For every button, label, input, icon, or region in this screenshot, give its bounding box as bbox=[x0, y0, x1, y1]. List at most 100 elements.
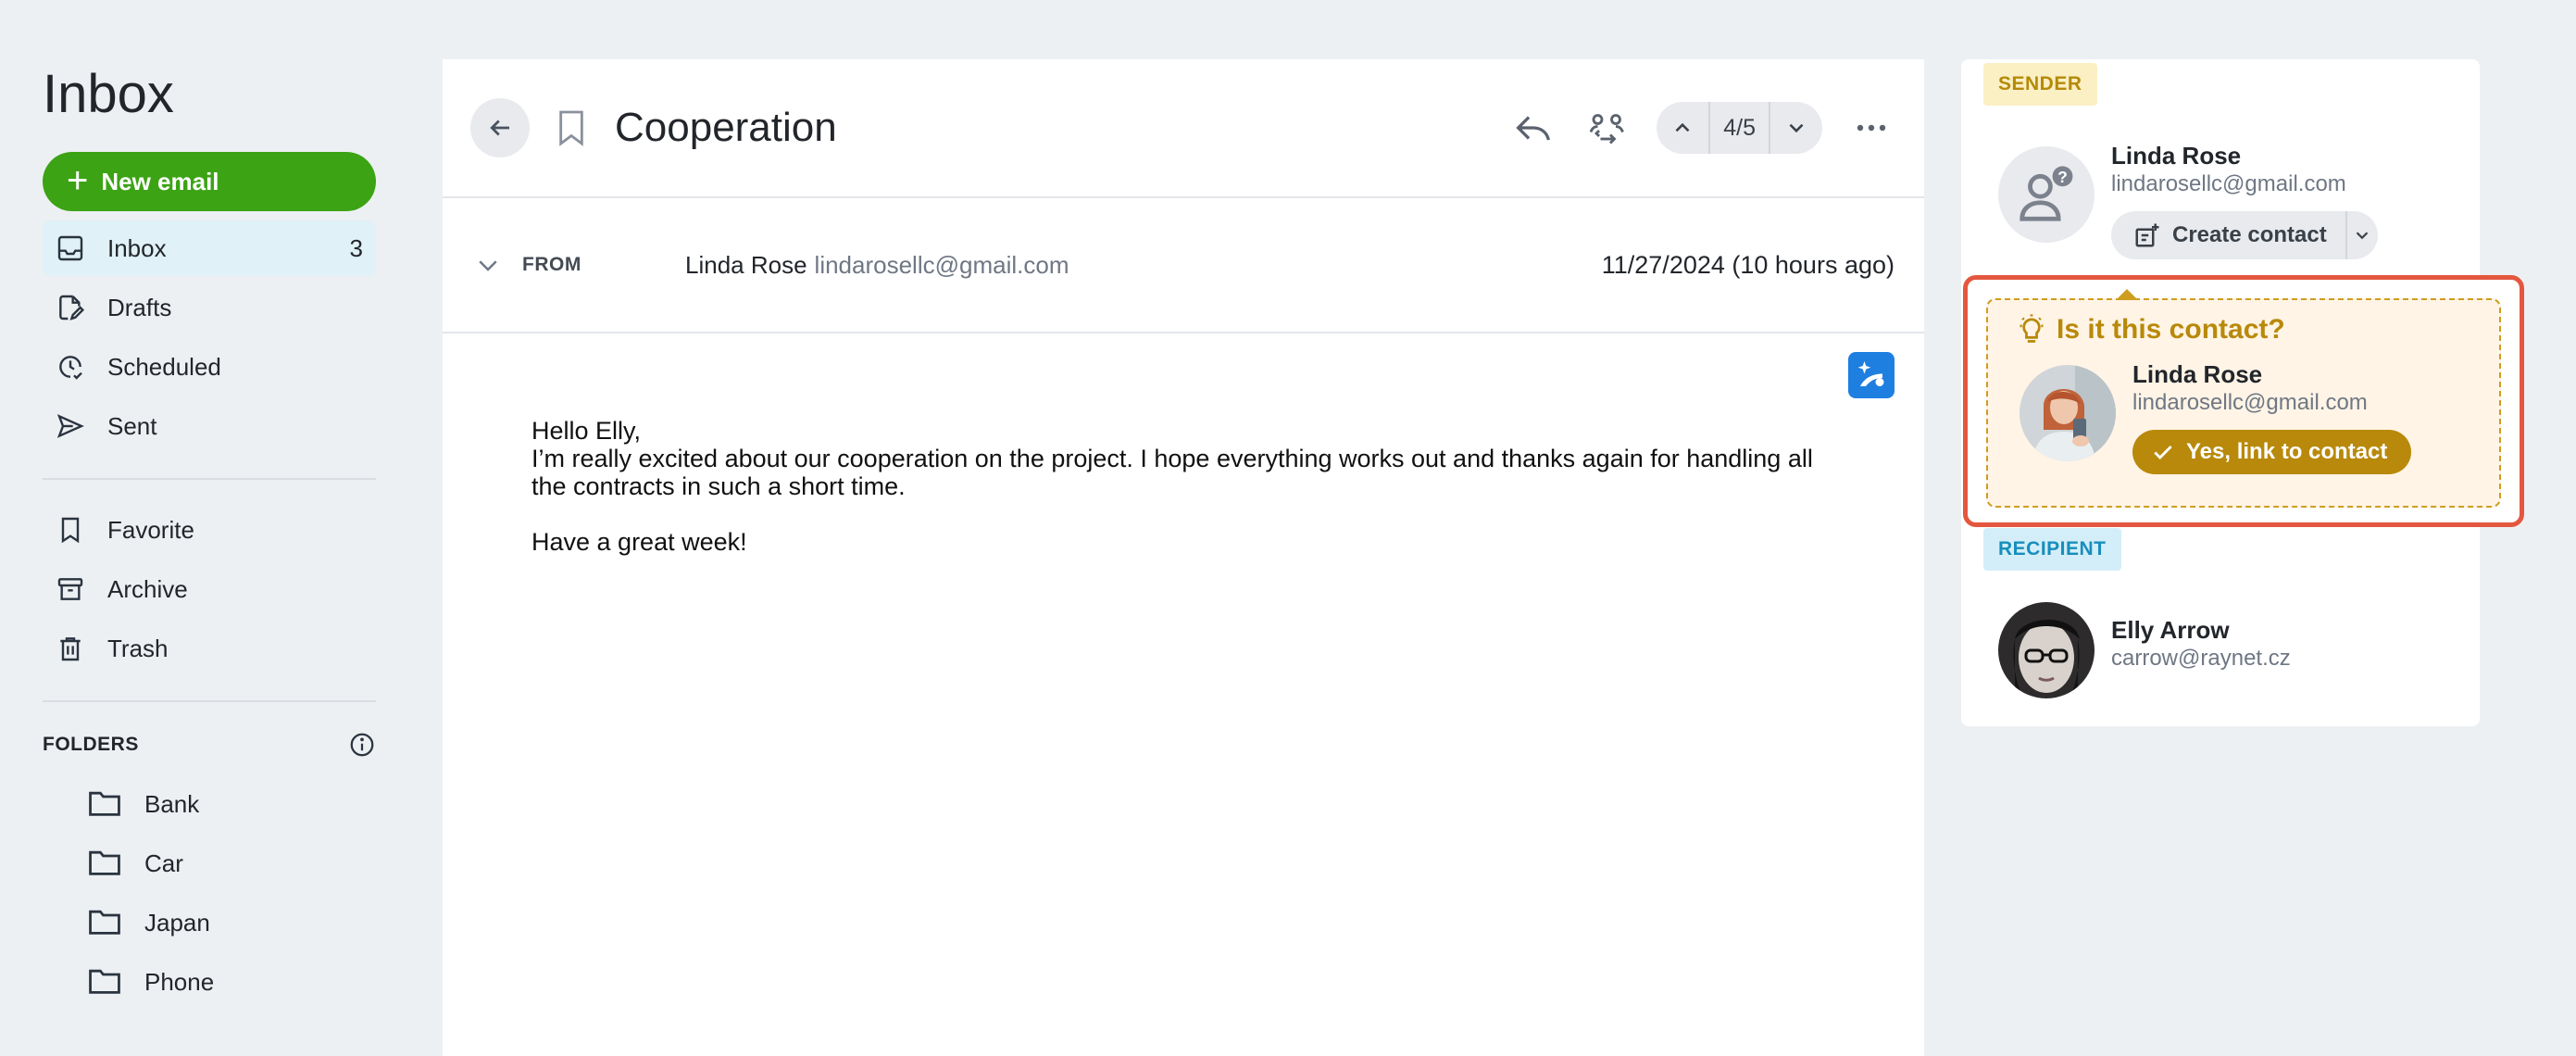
recipient-card: Elly Arrow carrow@raynet.cz bbox=[1998, 602, 2291, 698]
add-contact-icon bbox=[2133, 221, 2161, 249]
divider bbox=[43, 478, 376, 480]
sidebar-item-drafts[interactable]: Drafts bbox=[43, 280, 376, 335]
suggestion-title-text: Is it this contact? bbox=[2057, 314, 2285, 345]
sidebar-item-label: Drafts bbox=[107, 293, 172, 321]
folder-icon bbox=[87, 906, 124, 939]
sidebar: Inbox + New email Inbox 3 Drafts Schedul… bbox=[43, 56, 376, 1013]
drafts-icon bbox=[54, 291, 87, 324]
new-email-button[interactable]: + New email bbox=[43, 152, 376, 211]
forward-people-icon[interactable] bbox=[1582, 103, 1632, 153]
suggested-contact-info: Linda Rose lindarosellc@gmail.com Yes, l… bbox=[2132, 359, 2412, 474]
scheduled-icon bbox=[54, 350, 87, 383]
reply-icon[interactable] bbox=[1508, 103, 1558, 153]
check-icon bbox=[2151, 440, 2175, 464]
bookmark-icon bbox=[54, 513, 87, 547]
from-label: FROM bbox=[522, 254, 581, 275]
user-placeholder-icon: ? bbox=[2014, 162, 2079, 227]
avatar: ? bbox=[1998, 146, 2095, 243]
bookmark-icon[interactable] bbox=[556, 107, 587, 148]
chevron-down-icon[interactable] bbox=[1770, 102, 1822, 154]
back-arrow-icon bbox=[486, 114, 514, 142]
avatar bbox=[2020, 365, 2116, 461]
email-date: 11/27/2024 (10 hours ago) bbox=[1601, 250, 1894, 279]
email-closing: Have a great week! bbox=[531, 528, 747, 556]
email-text: Hello Elly, I’m really excited about our… bbox=[531, 417, 1835, 500]
sender-info: Linda Rose lindarosellc@gmail.com Create… bbox=[2111, 141, 2378, 259]
sender-badge: SENDER bbox=[1983, 63, 2097, 106]
plus-icon: + bbox=[67, 159, 89, 201]
suggested-contact: Linda Rose lindarosellc@gmail.com Yes, l… bbox=[2020, 360, 2412, 474]
chevron-up-icon[interactable] bbox=[1657, 102, 1708, 154]
pager-position: 4/5 bbox=[1708, 102, 1770, 154]
inbox-icon bbox=[54, 232, 87, 265]
sidebar-item-label: Archive bbox=[107, 574, 188, 603]
folder-icon bbox=[87, 847, 124, 880]
email-header: FROM Linda Rose lindarosellc@gmail.com 1… bbox=[443, 198, 1924, 333]
chevron-down-icon bbox=[2352, 225, 2372, 245]
create-contact-button[interactable]: Create contact bbox=[2111, 211, 2347, 259]
popover-arrow bbox=[2116, 289, 2138, 300]
recipient-name: Elly Arrow bbox=[2111, 616, 2230, 644]
chevron-down-icon[interactable] bbox=[474, 251, 502, 279]
divider bbox=[43, 700, 376, 702]
sidebar-item-label: Scheduled bbox=[107, 352, 221, 381]
contact-suggestion-card: Is it this contact? Linda Rose lindarose… bbox=[1986, 289, 2501, 508]
sidebar-item-sent[interactable]: Sent bbox=[43, 398, 376, 454]
folder-item-car[interactable]: Car bbox=[43, 836, 376, 891]
folders-heading-label: FOLDERS bbox=[43, 734, 139, 755]
link-to-contact-button[interactable]: Yes, link to contact bbox=[2132, 430, 2412, 474]
email-toolbar: Cooperation 4/5 bbox=[443, 59, 1924, 198]
folder-label: Car bbox=[144, 849, 183, 877]
sidebar-item-scheduled[interactable]: Scheduled bbox=[43, 339, 376, 395]
contact-suggestion-highlight: Is it this contact? Linda Rose lindarose… bbox=[1963, 275, 2524, 527]
sidebar-item-label: Trash bbox=[107, 634, 169, 662]
new-email-label: New email bbox=[101, 167, 219, 195]
email-view: Cooperation 4/5 FROM Linda Rose lindaros… bbox=[443, 59, 1924, 1056]
sender-email[interactable]: lindarosellc@gmail.com bbox=[815, 251, 1069, 280]
trash-icon bbox=[54, 632, 87, 665]
email-body: Hello Elly, I’m really excited about our… bbox=[443, 333, 1924, 556]
suggestion-title: Is it this contact? bbox=[2016, 313, 2285, 346]
sidebar-item-favorite[interactable]: Favorite bbox=[43, 502, 376, 558]
recipient-info: Elly Arrow carrow@raynet.cz bbox=[2111, 615, 2291, 698]
sidebar-item-inbox[interactable]: Inbox 3 bbox=[43, 220, 376, 276]
svg-text:?: ? bbox=[2057, 168, 2068, 186]
create-contact-dropdown[interactable] bbox=[2347, 211, 2378, 259]
unread-count: 3 bbox=[349, 233, 363, 262]
ai-assistant-button[interactable] bbox=[1848, 352, 1894, 398]
sidebar-item-label: Inbox bbox=[107, 233, 167, 262]
email-subject: Cooperation bbox=[615, 105, 837, 150]
page-title: Inbox bbox=[43, 64, 174, 124]
lightbulb-icon bbox=[2016, 313, 2047, 346]
email-paragraph: I’m really excited about our cooperation… bbox=[531, 445, 1813, 500]
link-to-contact-label: Yes, link to contact bbox=[2186, 439, 2388, 464]
info-icon[interactable] bbox=[348, 731, 376, 759]
sidebar-item-archive[interactable]: Archive bbox=[43, 561, 376, 617]
folder-label: Japan bbox=[144, 908, 210, 937]
folder-icon bbox=[87, 965, 124, 999]
create-contact-split-button: Create contact bbox=[2111, 211, 2378, 259]
folder-item-bank[interactable]: Bank bbox=[43, 776, 376, 832]
recipient-email: carrow@raynet.cz bbox=[2111, 646, 2291, 671]
sender-card: ? Linda Rose lindarosellc@gmail.com Crea… bbox=[1998, 142, 2378, 259]
sidebar-item-trash[interactable]: Trash bbox=[43, 621, 376, 676]
sent-icon bbox=[54, 409, 87, 443]
sender-email: lindarosellc@gmail.com bbox=[2111, 171, 2346, 196]
suggested-contact-email: lindarosellc@gmail.com bbox=[2132, 390, 2368, 415]
avatar bbox=[1998, 602, 2095, 698]
sender-name: Linda Rose bbox=[2111, 142, 2242, 170]
create-contact-label: Create contact bbox=[2172, 222, 2327, 247]
sidebar-item-label: Sent bbox=[107, 411, 157, 440]
archive-icon bbox=[54, 572, 87, 606]
email-pager: 4/5 bbox=[1657, 102, 1822, 154]
back-button[interactable] bbox=[470, 98, 530, 157]
folder-item-japan[interactable]: Japan bbox=[43, 895, 376, 950]
more-icon[interactable] bbox=[1846, 103, 1896, 153]
sidebar-item-label: Favorite bbox=[107, 515, 194, 544]
suggested-contact-name: Linda Rose bbox=[2132, 360, 2263, 388]
sender-name: Linda Rose bbox=[685, 250, 807, 279]
folder-label: Bank bbox=[144, 789, 200, 818]
toolbar-actions: 4/5 bbox=[1508, 102, 1896, 154]
folders-heading: FOLDERS bbox=[43, 724, 376, 765]
folder-item-phone[interactable]: Phone bbox=[43, 954, 376, 1010]
